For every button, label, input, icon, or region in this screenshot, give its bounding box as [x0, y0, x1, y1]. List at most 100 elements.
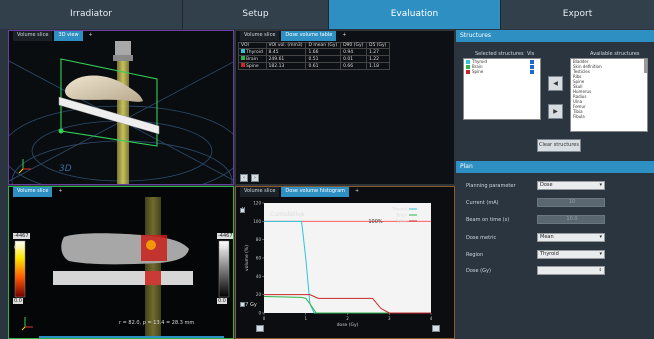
vis-toggle[interactable]: [530, 64, 534, 69]
tab-volume-slice[interactable]: Volume slice: [240, 31, 280, 41]
3d-view-panel[interactable]: Volume slice 3D view + 3D: [8, 30, 234, 185]
x-tick-label: 0: [263, 316, 266, 321]
table-row[interactable]: Spine 182.13 0.61 0.66 1.18: [238, 62, 390, 70]
dose-metric-select[interactable]: Mean ▾: [537, 233, 605, 242]
list-item[interactable]: Spine: [464, 69, 540, 74]
color-swatch: [466, 59, 470, 64]
color-swatch: [241, 49, 245, 53]
col-d90[interactable]: D90 (Gy): [340, 42, 367, 49]
spinner-icon[interactable]: ⇕: [599, 266, 602, 273]
main-tab-bar: Irradiator Setup Evaluation Export: [0, 0, 654, 29]
dose-gy-label: Dose (Gy): [466, 268, 491, 274]
ct-bar-max[interactable]: -4467: [217, 233, 233, 239]
remove-structure-button[interactable]: ▶: [548, 104, 563, 119]
region-label: Region: [466, 252, 484, 258]
available-structures-title: Available structures: [590, 51, 640, 57]
dose-volume-table-panel: Volume slice Dose volume table + VOI VOI…: [235, 30, 455, 185]
x-tick-label: 4: [430, 316, 433, 321]
y-tick-label: 40: [256, 274, 262, 279]
region-select[interactable]: Thyroid ▾: [537, 250, 605, 259]
next-button[interactable]: ›: [251, 174, 259, 182]
current-label: Current (mA): [466, 200, 499, 206]
mouse-ct-slice: [61, 233, 190, 265]
available-structures-list[interactable]: Bladder Skin definition Testicles Ribs S…: [570, 58, 648, 132]
x-tick-label: 2: [346, 316, 349, 321]
axes-gizmo: [18, 159, 31, 174]
y-tick-label: 20: [256, 292, 262, 297]
chevron-down-icon: ▾: [599, 251, 602, 257]
beam-projection: [145, 197, 161, 338]
add-tab-button[interactable]: +: [338, 31, 350, 41]
dvh-panel: Volume slice Dose volume histogram + 0 20…: [235, 186, 455, 339]
col-voi-vol[interactable]: VOI vol. (mm3): [265, 42, 307, 49]
legend-label: Brain: [397, 213, 408, 218]
tab-setup[interactable]: Setup: [183, 0, 329, 29]
list-scrollbar[interactable]: [644, 59, 647, 73]
col-d5[interactable]: D5 (Gy): [366, 42, 390, 49]
chevron-down-icon: ▾: [599, 234, 602, 240]
selected-structures-list[interactable]: Thyroid Brain Spine: [463, 58, 541, 120]
legend-label: Spine: [396, 219, 408, 224]
prev-button[interactable]: ‹: [240, 174, 248, 182]
vis-toggle[interactable]: [530, 69, 534, 74]
y-tick-label: 120: [253, 201, 261, 206]
ct-bar-mid: 4.0: [219, 245, 227, 251]
current-input[interactable]: 10: [537, 198, 605, 207]
vis-title: Vis: [527, 51, 535, 57]
list-item[interactable]: Fibula: [571, 114, 647, 119]
bed: [58, 96, 160, 135]
volume-slice-panel[interactable]: Volume slice + -4467 0.4 0.0 -4467 4.0 0…: [8, 186, 234, 339]
zoom-button[interactable]: [256, 325, 264, 332]
dose-volume-table: VOI VOI vol. (mm3) D mean (Gy) D90 (Gy) …: [238, 42, 390, 70]
color-swatch: [466, 64, 470, 69]
color-swatch: [241, 56, 245, 60]
add-structure-button[interactable]: ◀: [548, 76, 563, 91]
cumulative-label: Cumulative: [270, 211, 305, 218]
tab-irradiator[interactable]: Irradiator: [0, 0, 183, 29]
table-row[interactable]: Thyroid 8.45 1.66 0.94 1.27: [238, 48, 390, 56]
y-tick-label: 80: [256, 237, 262, 242]
ct-bar-min[interactable]: 0.0: [217, 298, 227, 304]
3d-label: 3D: [59, 164, 72, 174]
col-dmean[interactable]: D mean (Gy): [305, 42, 342, 49]
color-swatch: [241, 63, 245, 67]
y-tick-label: 100: [253, 219, 261, 224]
percent-label: 100%: [368, 219, 383, 225]
tab-evaluation[interactable]: Evaluation: [329, 0, 501, 29]
dose-bar-max[interactable]: -4467: [13, 233, 30, 239]
planning-parameter-label: Planning parameter: [466, 183, 516, 189]
dose-bar-mid: 0.4: [14, 245, 22, 251]
color-swatch: [466, 69, 470, 74]
dose-gy-input[interactable]: ⇕: [537, 266, 605, 275]
checkbox[interactable]: [240, 302, 245, 307]
planning-parameter-select[interactable]: Dose ▾: [537, 181, 605, 190]
slice-viewer[interactable]: [9, 187, 234, 339]
vis-toggle[interactable]: [530, 59, 534, 64]
dose-bar-min[interactable]: 0.0: [13, 298, 23, 304]
3d-scene[interactable]: 3D: [9, 31, 234, 185]
tab-dose-volume-table[interactable]: Dose volume table: [281, 31, 337, 41]
beam-time-input[interactable]: 10.0: [537, 215, 605, 224]
bed-slice: [53, 271, 193, 285]
plan-header: Plan: [456, 161, 654, 173]
legend-label: Thyroid: [391, 207, 407, 212]
selected-structures-title: Selected structures: [475, 51, 524, 57]
table-row[interactable]: Brain 249.61 0.51 0.01 1.22: [238, 55, 390, 63]
app-window: Irradiator Setup Evaluation Export Volum…: [0, 0, 654, 339]
checkbox[interactable]: [240, 208, 245, 213]
x-tick-label: 1: [304, 316, 307, 321]
y-axis-label: volume (%): [244, 245, 250, 271]
mouse-model: [65, 75, 143, 102]
x-tick-label: 3: [388, 316, 391, 321]
axes-gizmo: [21, 317, 33, 331]
coordinate-readout: r = 82.0, p = 13.4 = 28.3 mm: [119, 320, 195, 326]
dose-metric-label: Dose metric: [466, 235, 497, 241]
clear-structures-button[interactable]: Clear structures: [537, 139, 581, 152]
export-button[interactable]: [432, 325, 440, 332]
x-axis-label: dose (Gy): [337, 322, 359, 328]
tab-export[interactable]: Export: [501, 0, 654, 29]
structures-header: Structures: [456, 30, 654, 42]
beam-time-label: Beam on time (s): [466, 217, 510, 223]
dvh-chart[interactable]: 0 20 40 60 80 100 120 0 1 2 3 4 dose (Gy) volume (%) 1…: [236, 187, 455, 339]
y-tick-label: 60: [256, 256, 262, 261]
